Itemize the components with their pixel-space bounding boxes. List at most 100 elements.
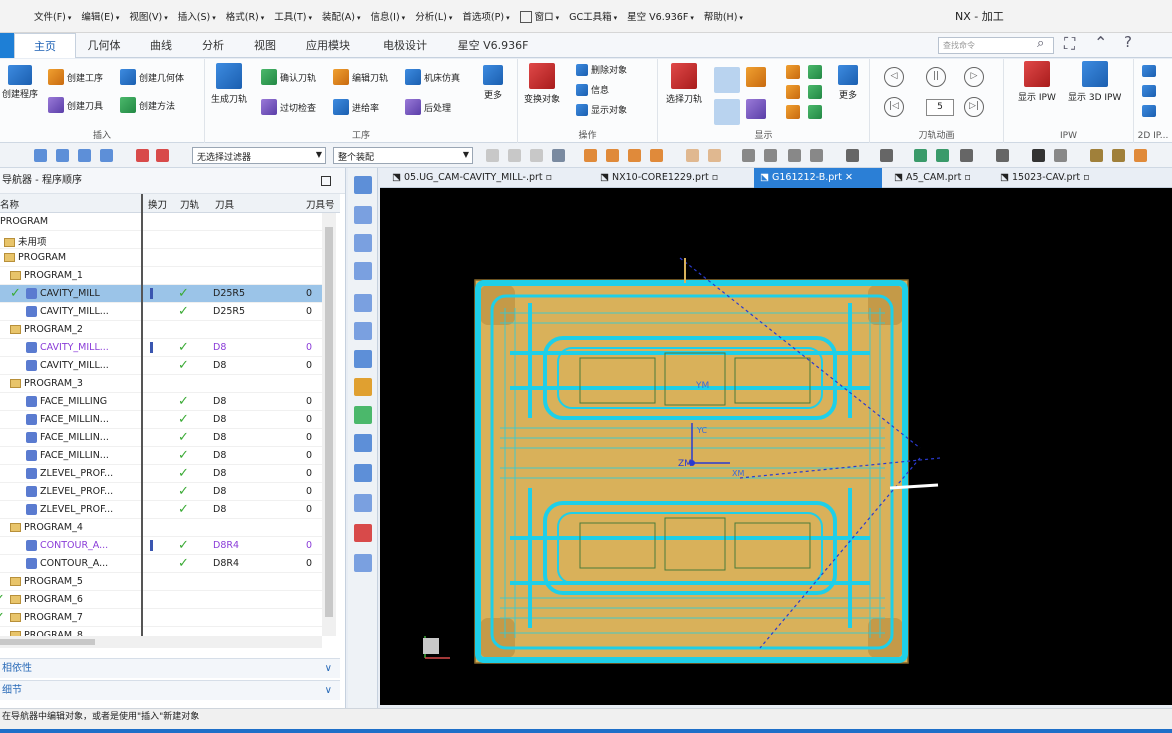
dependencies-section[interactable]: 相依性 ∨: [0, 658, 340, 678]
menu-item[interactable]: 插入(S) ▾: [178, 9, 216, 23]
select-icon[interactable]: [530, 149, 543, 162]
ribbon-tab[interactable]: 视图: [240, 33, 290, 58]
transform-object-button[interactable]: 变换对象: [524, 63, 560, 105]
menu-item[interactable]: 编辑(E) ▾: [81, 9, 119, 23]
tree-row[interactable]: FACE_MILLIN... ✓ D8 0: [0, 429, 322, 447]
tree-row[interactable]: CAVITY_MILL... ✓ D25R5 0: [0, 303, 322, 321]
tree-row[interactable]: PROGRAM_1: [0, 267, 322, 285]
tool-display-icon[interactable]: [746, 67, 766, 87]
flag-icon[interactable]: [1142, 105, 1156, 117]
select-icon[interactable]: [486, 149, 499, 162]
navigator-horizontal-scrollbar[interactable]: [0, 636, 322, 648]
display-mode-icon[interactable]: [714, 67, 740, 93]
flag-icon[interactable]: [1142, 65, 1156, 77]
tab-state-icon[interactable]: ▫: [543, 172, 552, 183]
file-tab-marker[interactable]: [0, 33, 14, 58]
feed-rate-button[interactable]: 进给率: [333, 99, 379, 115]
forward-icon[interactable]: ▷|: [964, 97, 984, 117]
delete-object-button[interactable]: 删除对象: [576, 63, 627, 76]
brush-icon[interactable]: [1134, 149, 1147, 162]
snap-icon[interactable]: [34, 149, 47, 162]
generate-toolpath-button[interactable]: 生成刀轨: [211, 63, 247, 105]
check-icon[interactable]: [354, 406, 372, 424]
menu-item[interactable]: 信息(I) ▾: [370, 9, 405, 23]
step-back-icon[interactable]: ◁: [884, 67, 904, 87]
select-icon[interactable]: [552, 149, 565, 162]
roles-icon[interactable]: [354, 434, 372, 452]
machine-simulation-button[interactable]: 机床仿真: [405, 69, 460, 85]
tree-row[interactable]: ZLEVEL_PROF... ✓ D8 0: [0, 501, 322, 519]
snap-icon[interactable]: [100, 149, 113, 162]
tree-row[interactable]: CAVITY_MILL... ✓ D8 0: [0, 357, 322, 375]
edit-toolpath-button[interactable]: 编辑刀轨: [333, 69, 388, 85]
document-tab[interactable]: ⬔ A5_CAM.prt ▫: [888, 168, 988, 188]
tree-row[interactable]: ✓ CAVITY_MILL ✓ D25R5 0: [0, 285, 322, 303]
tree-row[interactable]: 未用项: [0, 231, 322, 249]
tree-row[interactable]: ✓ PROGRAM_7: [0, 609, 322, 627]
snap-icon[interactable]: [56, 149, 69, 162]
gouge-check-button[interactable]: 过切检查: [261, 99, 316, 115]
tab-state-icon[interactable]: ▫: [961, 172, 970, 183]
tree-row[interactable]: ✓ PROGRAM_6: [0, 591, 322, 609]
render-icon[interactable]: [936, 149, 949, 162]
arrow-down-icon[interactable]: [808, 105, 822, 119]
menu-item[interactable]: 工具(T) ▾: [274, 9, 312, 23]
snap-point-icon[interactable]: [584, 149, 597, 162]
ribbon-tab[interactable]: 电极设计: [366, 33, 444, 58]
program-icon[interactable]: [354, 294, 372, 312]
type-filter-select[interactable]: 无选择过滤器 ▼: [192, 147, 326, 164]
machine-icon[interactable]: [354, 262, 372, 280]
tree-row[interactable]: PROGRAM: [0, 213, 322, 231]
show-object-button[interactable]: 显示对象: [576, 103, 627, 116]
cube-icon[interactable]: [808, 85, 822, 99]
view-icon[interactable]: [788, 149, 801, 162]
column-tool-number[interactable]: 刀具号: [306, 197, 335, 211]
select-toolpath-button[interactable]: 选择刀轨: [666, 63, 702, 105]
pencil-icon[interactable]: [1090, 149, 1103, 162]
method-icon[interactable]: [354, 350, 372, 368]
create-method-button[interactable]: 创建方法: [120, 97, 175, 113]
layer-icon[interactable]: [1054, 149, 1067, 162]
view-icon[interactable]: [742, 149, 755, 162]
document-tab[interactable]: ⬔ NX10-CORE1229.prt ▫: [594, 168, 742, 188]
render-icon[interactable]: [996, 149, 1009, 162]
tree-row[interactable]: FACE_MILLIN... ✓ D8 0: [0, 447, 322, 465]
tree-row[interactable]: PROGRAM_4: [0, 519, 322, 537]
ribbon-tab[interactable]: 星空 V6.936F: [444, 33, 542, 58]
column-toolpath[interactable]: 刀轨: [180, 197, 199, 211]
tree-row[interactable]: CONTOUR_A... ✓ D8R4 0: [0, 555, 322, 573]
scroll-thumb[interactable]: [325, 227, 333, 617]
pencil-icon[interactable]: [1112, 149, 1125, 162]
play-icon[interactable]: ▷: [964, 67, 984, 87]
history-icon[interactable]: [354, 464, 372, 482]
tree-row[interactable]: CONTOUR_A... ✓ D8R4 0: [0, 537, 322, 555]
animation-speed-input[interactable]: 5: [926, 99, 954, 116]
document-tab[interactable]: ⬔ 15023-CAV.prt ▫: [994, 168, 1132, 188]
render-icon[interactable]: [880, 149, 893, 162]
show-ipw-button[interactable]: 显示 IPW: [1018, 61, 1056, 103]
snap-icon[interactable]: [78, 149, 91, 162]
tree-row[interactable]: PROGRAM_5: [0, 573, 322, 591]
layer-display-icon[interactable]: [746, 99, 766, 119]
collapse-ribbon-icon[interactable]: ⌃: [1094, 33, 1107, 52]
tree-row[interactable]: PROGRAM_2: [0, 321, 322, 339]
render-icon[interactable]: [960, 149, 973, 162]
web-icon[interactable]: [354, 524, 372, 542]
ops-more-button[interactable]: 更多: [483, 65, 503, 101]
filter-icon[interactable]: [156, 149, 169, 162]
tree-row[interactable]: FACE_MILLIN... ✓ D8 0: [0, 411, 322, 429]
scroll-thumb[interactable]: [0, 639, 95, 645]
close-icon[interactable]: ✕: [842, 172, 853, 183]
tree-row[interactable]: FACE_MILLING ✓ D8 0: [0, 393, 322, 411]
snap-point-icon[interactable]: [628, 149, 641, 162]
tree-row[interactable]: PROGRAM_3: [0, 375, 322, 393]
arrow-up-icon[interactable]: [808, 65, 822, 79]
menu-item[interactable]: 帮助(H) ▾: [704, 9, 743, 23]
flag-icon[interactable]: [1142, 85, 1156, 97]
tree-row[interactable]: PROGRAM_8: [0, 627, 322, 636]
tab-state-icon[interactable]: ▫: [1080, 172, 1089, 183]
document-tab[interactable]: ⬔ 05.UG_CAM-CAVITY_MILL-.prt ▫: [386, 168, 578, 188]
part-icon[interactable]: [354, 234, 372, 252]
menu-item[interactable]: 星空 V6.936F ▾: [627, 9, 694, 23]
assembly-icon[interactable]: [354, 206, 372, 224]
